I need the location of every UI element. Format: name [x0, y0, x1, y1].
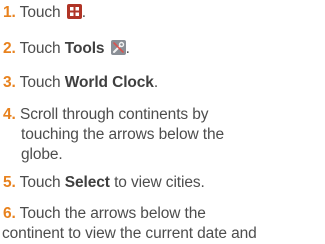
select-label: Select — [64, 174, 110, 191]
step-3: 3. Touch World Clock. — [3, 73, 323, 93]
step-text: to view cities. — [114, 174, 205, 191]
step-text: Touch — [19, 4, 61, 21]
step-end: . — [153, 74, 159, 91]
step-end: . — [81, 4, 86, 21]
step-number: 4. — [3, 106, 16, 123]
step-line: Touch the arrows below the — [19, 205, 206, 222]
step-line: globe. — [21, 146, 63, 163]
step-line: Scroll through continents by — [19, 106, 209, 123]
step-number: 5. — [3, 174, 16, 191]
step-5: 5. Touch Select to view cities. — [3, 173, 323, 193]
step-line: touching the arrows below the — [21, 126, 225, 143]
step-line: continent to view the current date and — [2, 225, 257, 242]
step-end: . — [125, 40, 130, 57]
step-1: 1. Touch . — [3, 3, 323, 23]
step-text: Touch — [19, 40, 61, 57]
apps-grid-icon — [66, 4, 82, 19]
step-text: Touch — [19, 174, 61, 191]
tools-label: Tools — [64, 40, 105, 57]
world-clock-label: World Clock — [64, 74, 154, 91]
tools-icon — [110, 40, 126, 55]
step-number: 6. — [3, 205, 16, 222]
step-number: 2. — [3, 40, 16, 57]
step-6: 6. Touch the arrows below the continent … — [2, 204, 323, 244]
instruction-list: 1. Touch . 2. Touch Tools . 3. Touch Wor… — [0, 0, 325, 244]
step-number: 1. — [3, 4, 16, 21]
step-number: 3. — [3, 74, 16, 91]
step-4: 4. Scroll through continents by touching… — [3, 105, 323, 165]
step-2: 2. Touch Tools . — [3, 39, 323, 59]
step-text: Touch — [19, 74, 61, 91]
